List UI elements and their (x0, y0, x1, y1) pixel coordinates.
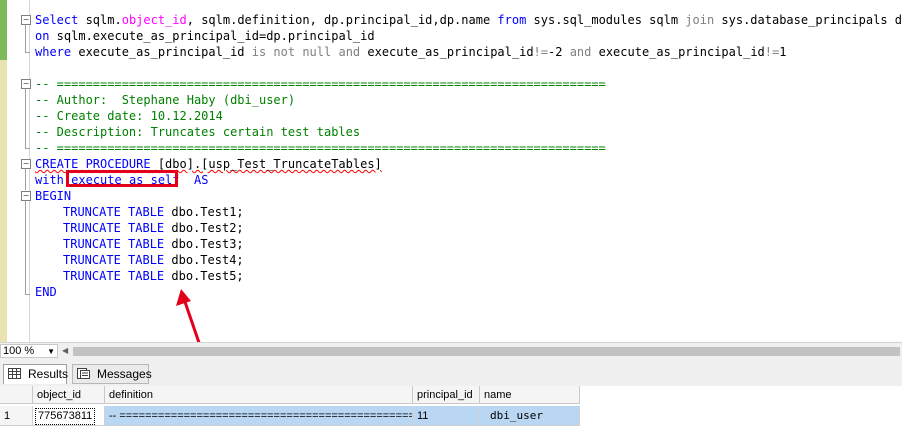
tab-results[interactable]: Results (3, 364, 69, 384)
editor-status-strip: 100 % ▼ ◀ (0, 342, 902, 360)
result-tabs: Results Messages (0, 360, 902, 386)
horizontal-scrollbar[interactable] (73, 347, 900, 356)
cell-name[interactable]: dbi_user (480, 406, 580, 426)
chevron-down-icon: ▼ (47, 347, 55, 356)
scroll-left-icon[interactable]: ◀ (62, 346, 68, 355)
zoom-select[interactable]: 100 % ▼ (0, 344, 58, 358)
arrow-head (176, 289, 191, 306)
grid-icon (8, 368, 21, 379)
column-header-name[interactable]: name (480, 386, 580, 404)
grid-corner[interactable] (0, 386, 33, 404)
messages-icon (77, 368, 90, 379)
cell-object-id-value: 775673811 (35, 408, 96, 425)
cell-object-id[interactable]: 775673811 (33, 406, 105, 426)
column-header-principal-id[interactable]: principal_id (413, 386, 480, 404)
cell-principal-id[interactable]: 11 (413, 406, 480, 426)
tab-messages[interactable]: Messages (72, 364, 152, 384)
column-header-definition[interactable]: definition (105, 386, 413, 404)
tab-label: Messages (97, 367, 152, 381)
tab-label: Results (28, 367, 69, 381)
cell-definition[interactable]: -- =====================================… (105, 406, 413, 426)
zoom-value: 100 % (3, 345, 35, 357)
results-grid[interactable]: object_id definition principal_id name 1… (0, 386, 902, 444)
column-header-object-id[interactable]: object_id (33, 386, 105, 404)
row-header[interactable]: 1 (0, 406, 33, 426)
